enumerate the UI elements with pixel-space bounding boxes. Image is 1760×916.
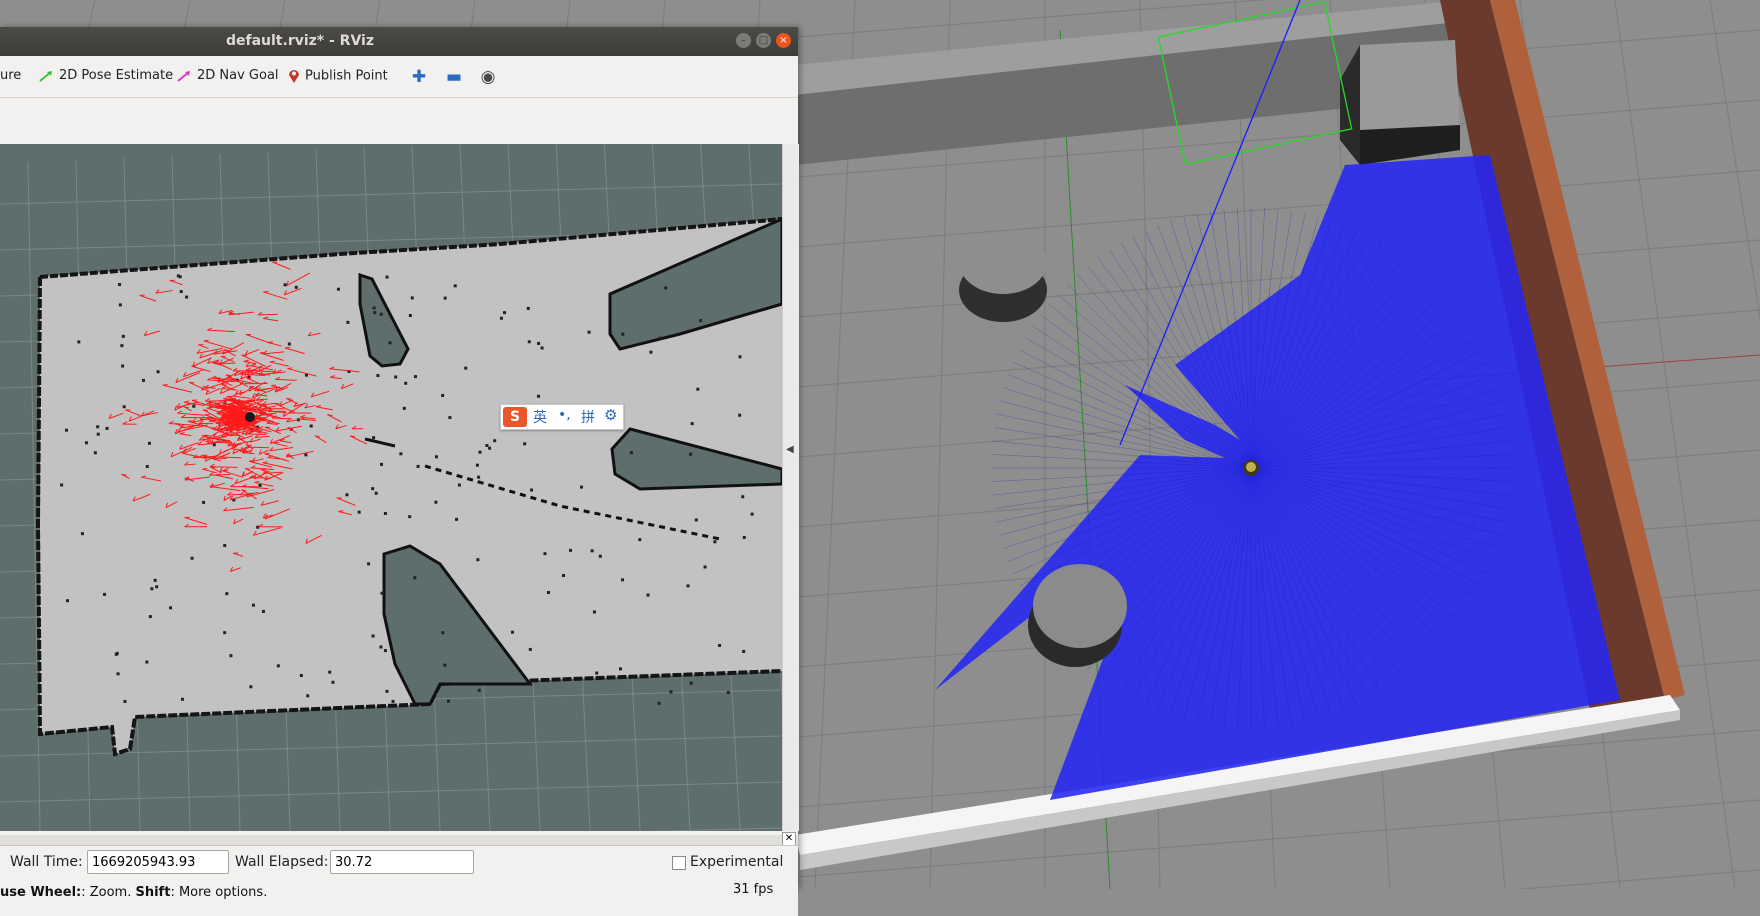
rviz-toolbar: ure 2D Pose Estimate 2D Nav Goal Publish… xyxy=(0,56,798,98)
minus-icon[interactable]: ▬ xyxy=(443,67,465,87)
sogou-logo-icon: S xyxy=(503,407,527,427)
ime-mode-toggle[interactable]: 拼 xyxy=(581,407,595,427)
plus-icon[interactable]: ✚ xyxy=(408,67,430,87)
viewport-side-handle[interactable]: ◀ xyxy=(782,144,799,831)
truncated-tool-label: ure xyxy=(0,68,21,83)
ime-lang-toggle[interactable]: 英 xyxy=(533,407,547,427)
experimental-checkbox[interactable] xyxy=(672,856,686,870)
minimize-button[interactable]: – xyxy=(736,33,751,48)
magenta-arrow-icon xyxy=(176,69,192,83)
robot-model xyxy=(1243,460,1259,476)
wall-time-field[interactable]: 1669205943.93 xyxy=(87,850,229,874)
rviz-3d-viewport[interactable] xyxy=(0,144,782,831)
status-hint: use Wheel:: Zoom. Shift: More options. xyxy=(0,885,267,900)
panel-close-icon[interactable]: ✕ xyxy=(782,832,796,846)
wall-time-label: Wall Time: xyxy=(10,854,83,870)
eye-icon[interactable]: ◉ xyxy=(477,67,499,87)
publish-point-button[interactable]: Publish Point xyxy=(288,68,388,86)
green-arrow-icon xyxy=(38,69,54,83)
close-button[interactable]: × xyxy=(776,33,791,48)
particle-center xyxy=(245,412,255,422)
collapse-arrow-icon[interactable]: ◀ xyxy=(786,444,794,455)
fps-counter: 31 fps xyxy=(733,882,773,897)
wall-elapsed-label: Wall Elapsed: xyxy=(235,854,328,870)
truncated-tool-button[interactable]: ure xyxy=(0,68,21,86)
pose-estimate-button[interactable]: 2D Pose Estimate xyxy=(38,68,173,86)
window-title: default.rviz* - RViz xyxy=(0,33,600,49)
pose-estimate-label: 2D Pose Estimate xyxy=(59,68,173,83)
maximize-button[interactable]: □ xyxy=(756,33,771,48)
rviz-window: default.rviz* - RViz – □ × ure 2D Pose E… xyxy=(0,27,798,889)
panel-splitter[interactable]: ✕ xyxy=(0,835,798,845)
cylinder-obstacle-1 xyxy=(959,240,1047,322)
gear-icon[interactable]: ⚙ xyxy=(604,406,617,424)
map-pin-icon xyxy=(288,68,300,84)
box-top xyxy=(1360,40,1460,130)
nav-goal-label: 2D Nav Goal xyxy=(197,68,279,83)
wall-elapsed-field[interactable]: 30.72 xyxy=(330,850,474,874)
status-bar: use Wheel:: Zoom. Shift: More options. 3… xyxy=(0,879,798,916)
status-hint-text1: : Zoom. xyxy=(81,885,135,900)
ime-punct-toggle[interactable]: •, xyxy=(558,407,571,423)
time-panel: Wall Time: 1669205943.93 Wall Elapsed: 3… xyxy=(0,845,798,880)
ime-toolbar[interactable]: S 英 •, 拼 ⚙ xyxy=(500,404,624,430)
window-titlebar[interactable]: default.rviz* - RViz – □ × xyxy=(0,27,798,56)
status-hint-text2: : More options. xyxy=(170,885,267,900)
status-hint-key1: use Wheel: xyxy=(0,885,81,900)
experimental-label: Experimental xyxy=(690,854,783,870)
publish-point-label: Publish Point xyxy=(305,69,388,84)
nav-goal-button[interactable]: 2D Nav Goal xyxy=(176,68,279,86)
status-hint-key2: Shift xyxy=(135,885,170,900)
